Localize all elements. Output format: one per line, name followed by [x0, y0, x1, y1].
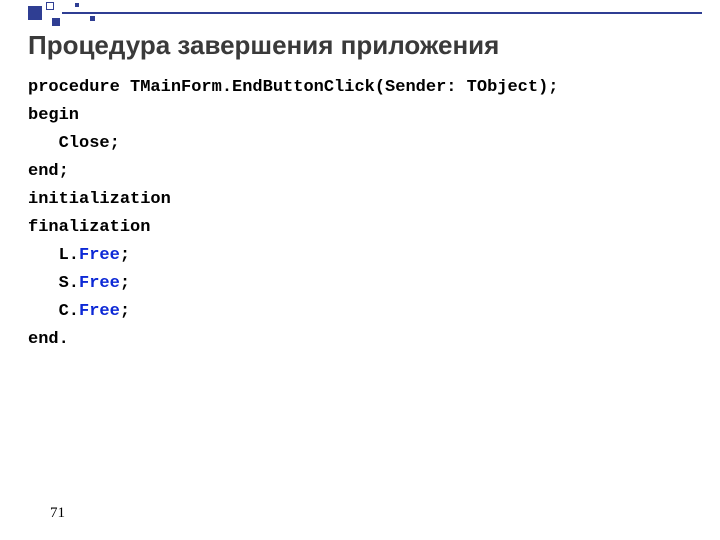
code-line: Close; — [28, 130, 559, 158]
page-number: 71 — [50, 505, 65, 522]
decoration-top — [0, 0, 720, 28]
code-line: begin — [28, 102, 559, 130]
code-line: C.Free; — [28, 298, 559, 326]
code-snippet: procedure TMainForm.EndButtonClick(Sende… — [28, 74, 559, 354]
code-line: initialization — [28, 186, 559, 214]
code-line: finalization — [28, 214, 559, 242]
code-line: procedure TMainForm.EndButtonClick(Sende… — [28, 74, 559, 102]
slide-title: Процедура завершения приложения — [28, 30, 499, 61]
code-line: L.Free; — [28, 242, 559, 270]
code-line: end. — [28, 326, 559, 354]
code-line: S.Free; — [28, 270, 559, 298]
code-line: end; — [28, 158, 559, 186]
